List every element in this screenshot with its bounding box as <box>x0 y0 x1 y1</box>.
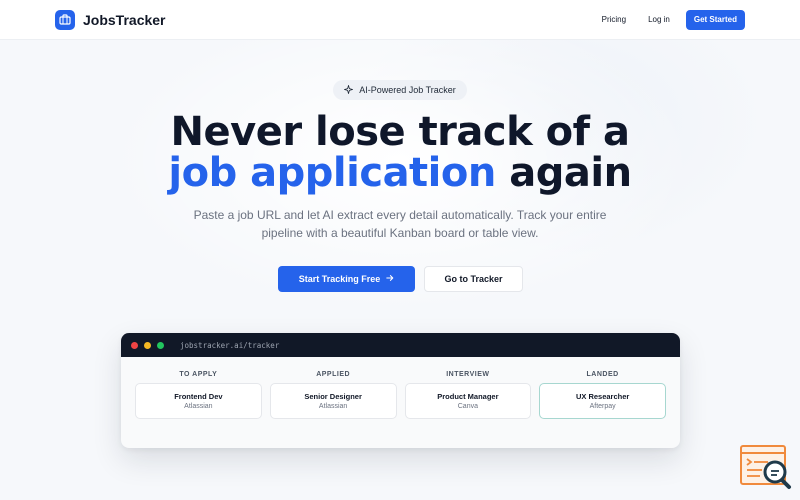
brand-logo[interactable]: JobsTracker <box>55 9 166 30</box>
job-card-role: Product Manager <box>437 392 499 401</box>
kanban-board: TO APPLY Frontend Dev Atlassian APPLIED … <box>121 357 680 419</box>
window-url: jobstracker.ai/tracker <box>180 340 280 350</box>
job-card[interactable]: Senior Designer Atlassian <box>269 383 397 419</box>
job-card-company: Atlassian <box>184 403 213 410</box>
arrow-right-icon <box>386 274 394 284</box>
sparkle-icon <box>344 84 354 96</box>
column-title: APPLIED <box>316 371 351 378</box>
hero-title-accent: job application <box>168 150 496 196</box>
window-titlebar: jobstracker.ai/tracker <box>121 333 680 357</box>
column-title: LANDED <box>586 371 619 378</box>
column-title: TO APPLY <box>179 371 218 378</box>
job-card-company: Afterpay <box>589 403 616 410</box>
go-to-tracker-button[interactable]: Go to Tracker <box>424 266 523 292</box>
get-started-button[interactable]: Get Started <box>685 9 745 30</box>
job-card[interactable]: Product Manager Canva <box>404 383 532 419</box>
window-minimize-dot <box>144 341 151 349</box>
job-card-role: Senior Designer <box>304 392 362 401</box>
kanban-column-applied: APPLIED Senior Designer Atlassian <box>269 371 397 419</box>
hero-cta-row: Start Tracking Free Go to Tracker <box>278 266 523 292</box>
hero-title: Never lose track of a job application ag… <box>0 112 800 194</box>
brand-name: JobsTracker <box>83 11 166 28</box>
kanban-column-landed: LANDED UX Researcher Afterpay <box>539 371 666 419</box>
kanban-column-interview: INTERVIEW Product Manager Canva <box>404 371 532 419</box>
kanban-column-to-apply: TO APPLY Frontend Dev Atlassian <box>135 371 262 419</box>
job-card-role: UX Researcher <box>575 392 630 401</box>
search-document-icon[interactable] <box>738 444 792 490</box>
hero-subtitle-line1: Paste a job URL and let AI extract every… <box>193 208 607 222</box>
job-card-company: Canva <box>457 403 478 410</box>
job-card[interactable]: Frontend Dev Atlassian <box>135 383 262 419</box>
window-close-dot <box>131 341 138 349</box>
column-title: INTERVIEW <box>446 371 490 378</box>
hero-badge: AI-Powered Job Tracker <box>333 80 467 100</box>
window-maximize-dot <box>157 341 164 349</box>
main-nav: Pricing Log in Get Started <box>602 9 745 30</box>
hero-title-end: again <box>495 150 632 196</box>
hero-subtitle: Paste a job URL and let AI extract every… <box>150 206 650 242</box>
job-card-role: Frontend Dev <box>174 392 223 401</box>
nav-pricing-link[interactable]: Pricing <box>602 15 626 24</box>
start-tracking-label: Start Tracking Free <box>298 274 381 284</box>
tracker-preview-window: jobstracker.ai/tracker TO APPLY Frontend… <box>121 333 680 448</box>
top-navbar: JobsTracker Pricing Log in Get Started <box>0 0 800 40</box>
hero-subtitle-line2: pipeline with a beautiful Kanban board o… <box>261 226 539 240</box>
job-card-company: Atlassian <box>318 403 348 410</box>
start-tracking-button[interactable]: Start Tracking Free <box>278 266 415 292</box>
briefcase-icon <box>55 9 75 30</box>
hero-title-line1: Never lose track of a <box>170 109 630 155</box>
nav-login-link[interactable]: Log in <box>648 15 670 24</box>
hero-badge-label: AI-Powered Job Tracker <box>359 85 456 95</box>
job-card[interactable]: UX Researcher Afterpay <box>539 383 666 419</box>
